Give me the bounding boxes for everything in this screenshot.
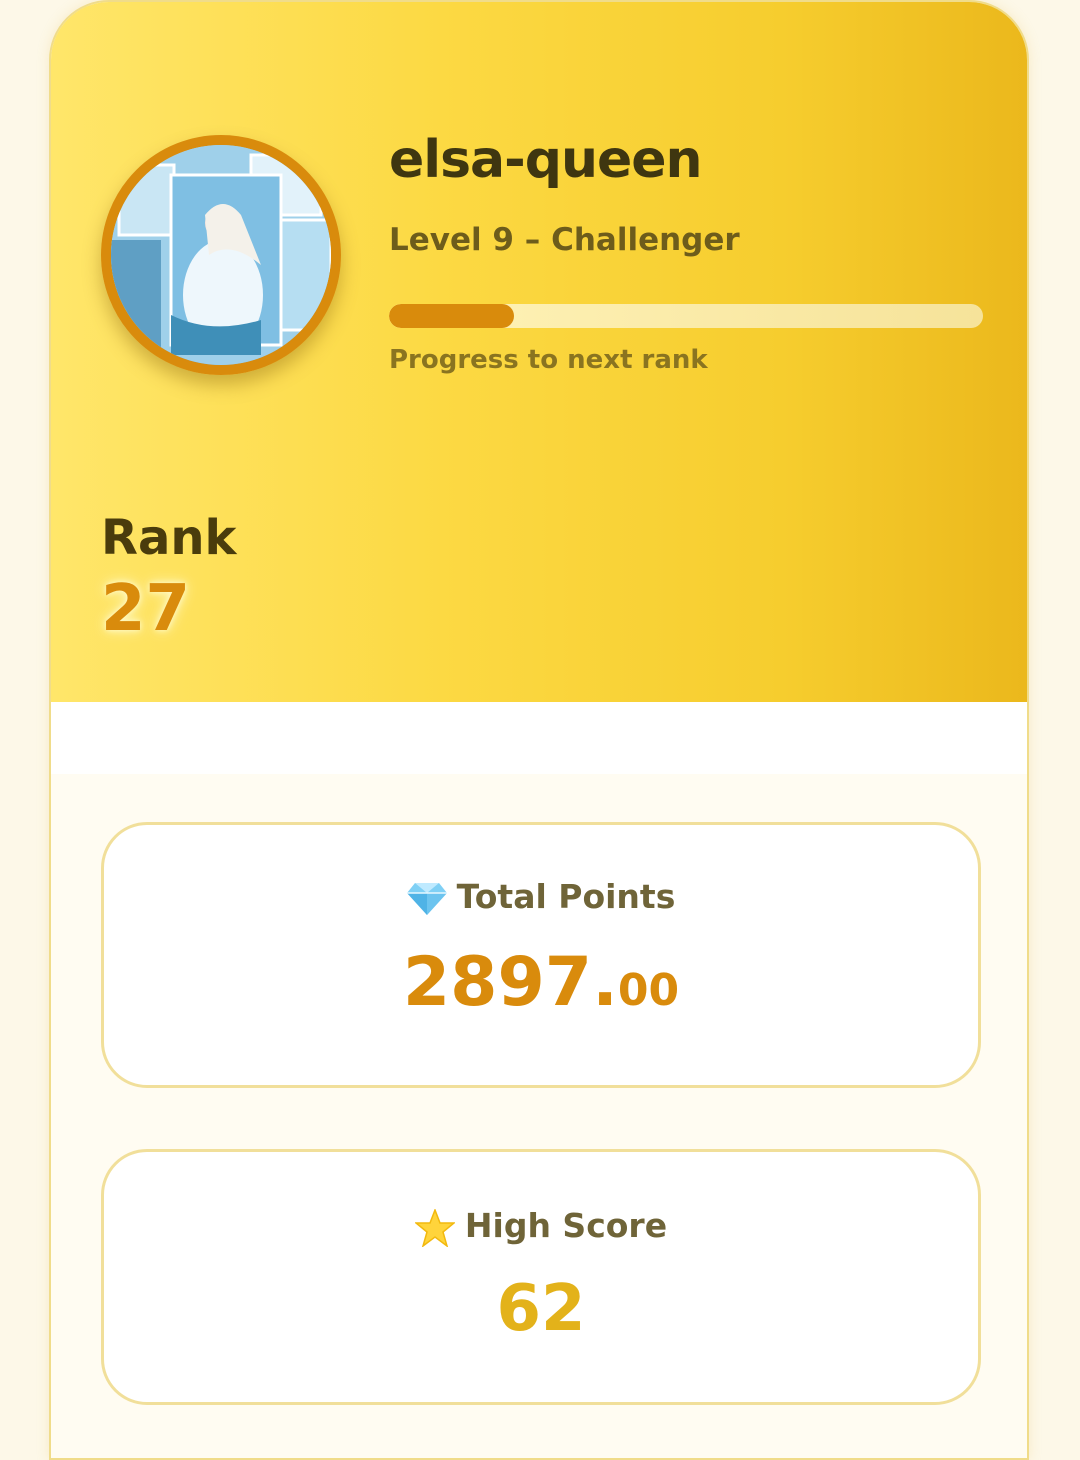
star-icon — [414, 1208, 455, 1247]
high-score-label: High Score — [464, 1206, 668, 1245]
total-points-label: Total Points — [456, 877, 676, 916]
total-points-value: 2897.00 — [104, 943, 978, 1022]
level-text: Level 9 – Challenger — [389, 222, 740, 258]
rank-progress-fill — [389, 304, 514, 328]
total-points-card: Total Points 2897.00 — [101, 822, 981, 1088]
rank-label: Rank — [101, 510, 237, 566]
total-points-title: Total Points — [104, 877, 978, 917]
avatar-image — [111, 145, 331, 365]
gem-icon — [406, 881, 447, 917]
high-score-value: 62 — [496, 1272, 586, 1346]
total-points-integer: 2897. — [402, 943, 618, 1022]
rank-progress-bar — [389, 304, 983, 328]
total-points-decimal: 00 — [617, 965, 680, 1016]
progress-label: Progress to next rank — [389, 345, 708, 375]
profile-card: elsa-queen Level 9 – Challenger Progress… — [49, 0, 1029, 1460]
high-score-title: High Score — [104, 1206, 978, 1247]
username: elsa-queen — [389, 130, 703, 190]
header-divider — [51, 702, 1027, 774]
rank-value: 27 — [101, 572, 191, 646]
high-score-card: High Score 62 — [101, 1149, 981, 1405]
avatar[interactable] — [101, 135, 341, 375]
